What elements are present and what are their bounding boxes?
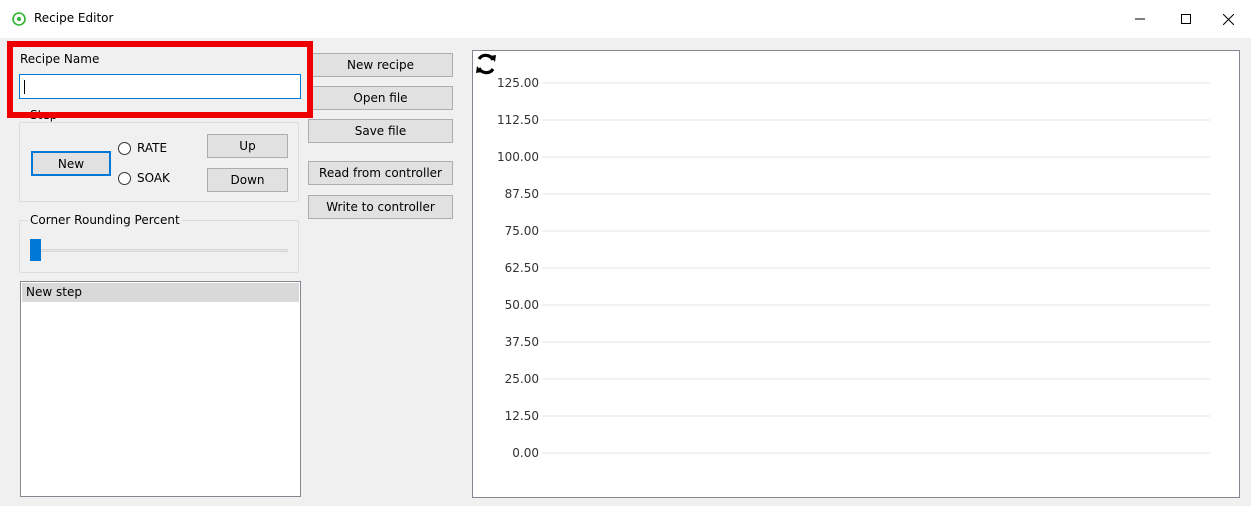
open-file-button[interactable]: Open file: [308, 86, 453, 110]
steps-list[interactable]: New step: [20, 281, 301, 497]
y-tick-label: 37.50: [505, 335, 539, 349]
read-controller-label: Read from controller: [319, 166, 442, 180]
corner-rounding-groupbox: [19, 220, 299, 273]
y-tick-label: 62.50: [505, 261, 539, 275]
write-controller-label: Write to controller: [326, 200, 435, 214]
new-recipe-button[interactable]: New recipe: [308, 53, 453, 77]
radio-rate-circle[interactable]: [118, 141, 131, 155]
y-tick-label: 87.50: [505, 187, 539, 201]
radio-rate[interactable]: RATE: [118, 141, 167, 155]
write-controller-button[interactable]: Write to controller: [308, 195, 453, 219]
y-tick-label: 0.00: [512, 446, 539, 460]
move-down-label: Down: [230, 173, 265, 187]
move-up-button[interactable]: Up: [207, 134, 288, 158]
highlight-frame: [7, 41, 313, 118]
maximize-button[interactable]: [1163, 0, 1209, 38]
recipe-app-icon: [12, 12, 26, 26]
radio-soak-circle[interactable]: [118, 171, 131, 185]
title-bar: Recipe Editor: [0, 0, 1251, 38]
move-down-button[interactable]: Down: [207, 168, 288, 192]
y-tick-label: 100.00: [497, 150, 539, 164]
y-tick-label: 50.00: [505, 298, 539, 312]
corner-rounding-title: Corner Rounding Percent: [28, 213, 182, 227]
save-file-label: Save file: [354, 124, 407, 138]
y-tick-label: 125.00: [497, 76, 539, 90]
open-file-label: Open file: [353, 91, 408, 105]
maximize-icon: [1181, 14, 1191, 24]
window-title: Recipe Editor: [34, 11, 114, 25]
list-item[interactable]: New step: [22, 283, 299, 302]
radio-rate-label: RATE: [137, 141, 168, 155]
main-area: Recipe Name Step New RATE SOAK Up Down C…: [0, 38, 1251, 506]
refresh-icon[interactable]: [474, 52, 498, 76]
save-file-button[interactable]: Save file: [308, 119, 453, 143]
new-step-label: New: [57, 156, 85, 171]
corner-rounding-slider-handle[interactable]: [30, 239, 41, 261]
corner-rounding-slider-track[interactable]: [31, 249, 288, 252]
minimize-button[interactable]: [1117, 0, 1163, 38]
y-tick-label: 25.00: [505, 372, 539, 386]
recipe-chart: 125.00 112.50 100.00 87.50 75.00 62.50 50.00 37…: [497, 76, 1210, 460]
close-icon: [1222, 13, 1234, 25]
close-button[interactable]: [1205, 0, 1251, 38]
radio-soak[interactable]: SOAK: [118, 171, 170, 185]
move-up-label: Up: [239, 139, 256, 153]
new-step-button[interactable]: New: [31, 151, 111, 176]
minimize-icon: [1135, 18, 1145, 20]
y-tick-label: 12.50: [505, 409, 539, 423]
y-tick-label: 112.50: [497, 113, 539, 127]
read-controller-button[interactable]: Read from controller: [308, 161, 453, 185]
y-tick-label: 75.00: [505, 224, 539, 238]
radio-soak-label: SOAK: [137, 171, 170, 185]
new-recipe-label: New recipe: [347, 58, 414, 72]
